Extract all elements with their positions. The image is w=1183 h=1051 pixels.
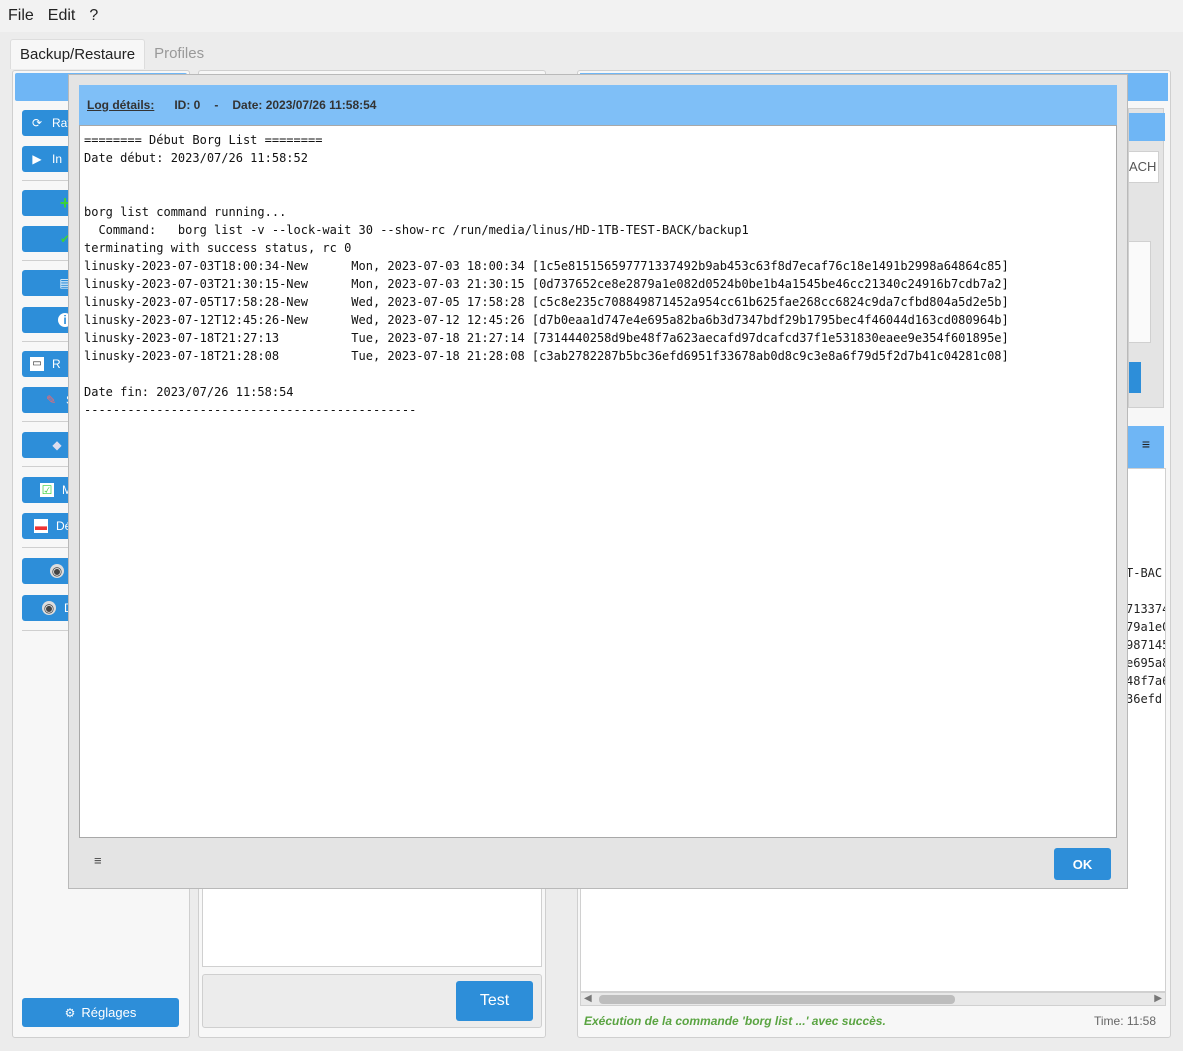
menu-file[interactable]: File — [8, 7, 34, 25]
log-line: linusky-2023-07-05T17:58:28-New Wed, 202… — [84, 295, 1009, 309]
unmount-icon: ▬ — [34, 519, 48, 533]
status-time: Time: 11:58 — [1093, 1014, 1156, 1028]
menubar: File Edit ? — [0, 0, 1183, 32]
horizontal-scrollbar[interactable]: ◀ ▶ — [580, 992, 1166, 1006]
header-separator: - — [214, 98, 219, 112]
dialog-title: Log détails: — [87, 98, 155, 112]
main-tabs: Backup/Restaure Profiles — [10, 39, 213, 69]
middle-button-bar: Test — [202, 974, 542, 1028]
wrap-toggle-icon[interactable]: ≡ — [1128, 426, 1164, 468]
ok-button[interactable]: OK — [1054, 848, 1111, 880]
log-line: Date fin: 2023/07/26 11:58:54 — [84, 385, 294, 399]
output-fragment: T-BAC — [1126, 566, 1163, 580]
log-line: linusky-2023-07-18T21:27:13 Tue, 2023-07… — [84, 331, 1009, 345]
play-icon: ▶ — [32, 152, 42, 166]
output-fragment: 987145 — [1126, 638, 1166, 652]
dialog-header: Log détails: ID: 0 - Date: 2023/07/26 11… — [79, 85, 1117, 125]
log-line: ----------------------------------------… — [84, 403, 417, 417]
output-fragment: e695a8 — [1126, 656, 1166, 670]
output-fragment: 713374 — [1126, 602, 1166, 616]
disk-add-icon: ◉ — [50, 564, 64, 578]
log-line: borg list command running... — [84, 205, 287, 219]
window-icon: ▭ — [30, 357, 44, 371]
menu-help[interactable]: ? — [89, 7, 98, 25]
subpanel-header — [1129, 113, 1165, 141]
restore-label: R — [52, 357, 61, 371]
log-line: linusky-2023-07-12T12:45:26-New Wed, 202… — [84, 313, 1009, 327]
output-fragment: 36efd — [1126, 692, 1163, 706]
gear-icon: ⚙ — [64, 1005, 76, 1020]
init-label: In — [52, 152, 63, 166]
scroll-right-icon[interactable]: ▶ — [1154, 993, 1162, 1004]
repository-field[interactable]: ACH — [1129, 151, 1159, 183]
edit-icon: ✎ — [45, 393, 57, 407]
log-line: terminating with success status, rc 0 — [84, 241, 352, 255]
log-line: linusky-2023-07-18T21:28:08 Tue, 2023-07… — [84, 349, 1009, 363]
status-message: Exécution de la commande 'borg list ...'… — [584, 1014, 886, 1028]
log-text-area[interactable]: ======== Début Borg List ======== Date d… — [79, 125, 1117, 838]
output-fragment: 79a1e0 — [1126, 620, 1166, 634]
log-details-dialog: Log détails: ID: 0 - Date: 2023/07/26 11… — [68, 74, 1128, 889]
settings-button[interactable]: ⚙ Réglages — [22, 998, 179, 1027]
disk-icon: ◉ — [42, 601, 56, 615]
scrollbar-thumb[interactable] — [599, 995, 955, 1004]
test-button[interactable]: Test — [456, 981, 533, 1021]
tab-backup-restaure[interactable]: Backup/Restaure — [10, 39, 146, 69]
notes-textarea[interactable] — [202, 887, 542, 967]
options-box — [1129, 241, 1151, 343]
menu-edit[interactable]: Edit — [48, 7, 76, 25]
mount-icon: ☑ — [40, 483, 54, 497]
log-line: Command: borg list -v --lock-wait 30 --s… — [84, 223, 749, 237]
settings-label: Réglages — [81, 1005, 137, 1020]
log-line: ======== Début Borg List ======== — [84, 133, 323, 147]
log-line: linusky-2023-07-03T21:30:15-New Mon, 202… — [84, 277, 1009, 291]
log-line: linusky-2023-07-03T18:00:34-New Mon, 202… — [84, 259, 1009, 273]
refresh-icon: ⟳ — [31, 116, 43, 130]
word-wrap-icon[interactable]: ≡ — [94, 853, 102, 868]
log-line: Date début: 2023/07/26 11:58:52 — [84, 151, 308, 165]
package-icon: ◆ — [52, 438, 62, 452]
log-date: Date: 2023/07/26 11:58:54 — [232, 98, 377, 112]
scroll-left-icon[interactable]: ◀ — [584, 993, 592, 1004]
subpanel-button[interactable] — [1129, 362, 1141, 393]
repository-subpanel: ACH — [1128, 108, 1165, 408]
log-id: ID: 0 — [174, 98, 201, 112]
tab-profiles[interactable]: Profiles — [145, 39, 213, 69]
output-fragment: 48f7a6 — [1126, 674, 1166, 688]
